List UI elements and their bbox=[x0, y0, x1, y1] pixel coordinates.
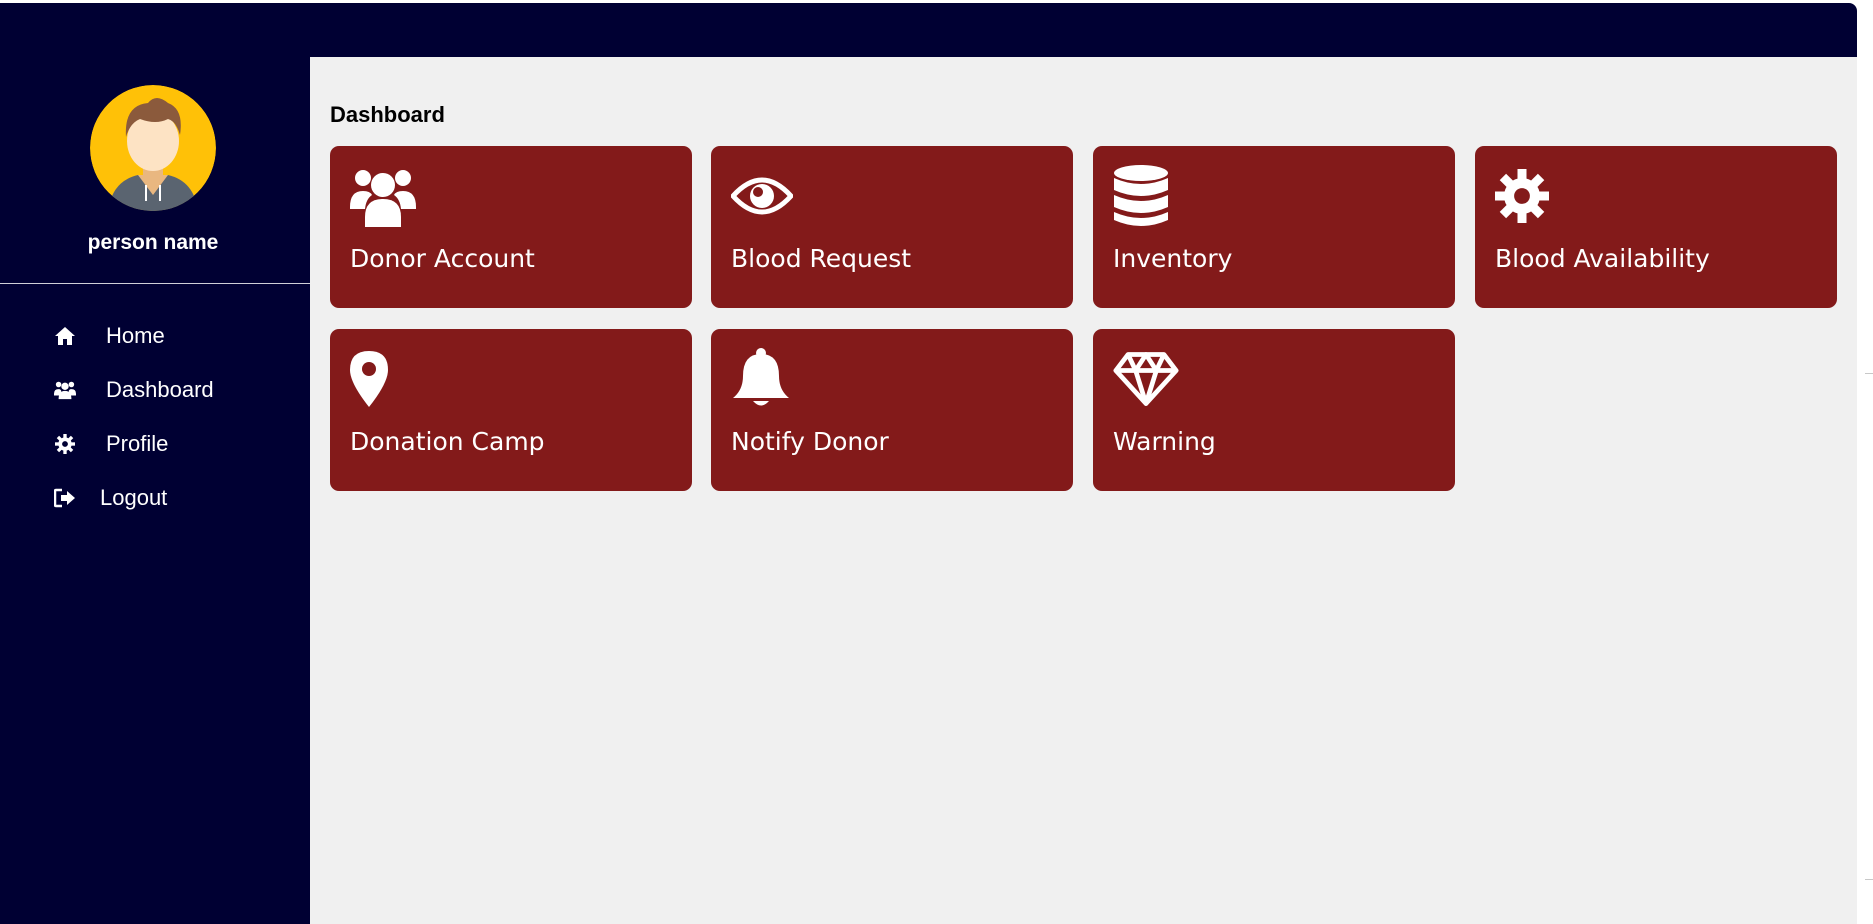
eye-icon bbox=[731, 164, 797, 228]
main-content: Dashboard Donor Account Blood Request In… bbox=[310, 57, 1857, 924]
page-title: Dashboard bbox=[330, 102, 445, 127]
card-label: Inventory bbox=[1113, 244, 1233, 273]
home-icon bbox=[54, 325, 76, 347]
card-warning[interactable]: Warning bbox=[1093, 329, 1455, 491]
users-icon bbox=[54, 379, 76, 401]
card-donor-account[interactable]: Donor Account bbox=[330, 146, 692, 308]
card-blood-availability[interactable]: Blood Availability bbox=[1475, 146, 1837, 308]
card-donation-camp[interactable]: Donation Camp bbox=[330, 329, 692, 491]
sidebar-divider bbox=[0, 283, 310, 284]
sidebar-item-label: Profile bbox=[106, 431, 169, 456]
card-label: Blood Availability bbox=[1495, 244, 1710, 273]
diamond-icon bbox=[1113, 347, 1179, 411]
sidebar-item-profile[interactable]: Profile bbox=[54, 429, 168, 459]
map-marker-icon bbox=[350, 347, 416, 411]
users-icon bbox=[350, 164, 416, 228]
user-avatar-icon bbox=[90, 85, 216, 211]
app-frame: person name Home Dashboard Profile Logou… bbox=[0, 3, 1857, 924]
card-inventory[interactable]: Inventory bbox=[1093, 146, 1455, 308]
card-notify-donor[interactable]: Notify Donor bbox=[711, 329, 1073, 491]
scrollbar-tick bbox=[1865, 373, 1873, 374]
sidebar-item-label: Home bbox=[106, 323, 165, 348]
card-label: Notify Donor bbox=[731, 427, 889, 456]
bell-icon bbox=[731, 347, 797, 411]
sidebar-item-label: Dashboard bbox=[106, 377, 214, 402]
user-name: person name bbox=[87, 231, 219, 254]
card-label: Donation Camp bbox=[350, 427, 545, 456]
card-label: Warning bbox=[1113, 427, 1216, 456]
card-blood-request[interactable]: Blood Request bbox=[711, 146, 1073, 308]
card-label: Donor Account bbox=[350, 244, 535, 273]
sidebar-item-dashboard[interactable]: Dashboard bbox=[54, 375, 214, 405]
sidebar: person name Home Dashboard Profile Logou… bbox=[0, 3, 310, 924]
sidebar-item-home[interactable]: Home bbox=[54, 321, 165, 351]
card-label: Blood Request bbox=[731, 244, 912, 273]
scrollbar-tick bbox=[1865, 879, 1873, 880]
sidebar-item-logout[interactable]: Logout bbox=[54, 483, 167, 513]
gear-icon bbox=[54, 433, 76, 455]
database-icon bbox=[1113, 164, 1179, 228]
sidebar-item-label: Logout bbox=[100, 485, 168, 510]
gear-icon bbox=[1495, 164, 1561, 228]
sign-out-icon bbox=[54, 487, 76, 509]
